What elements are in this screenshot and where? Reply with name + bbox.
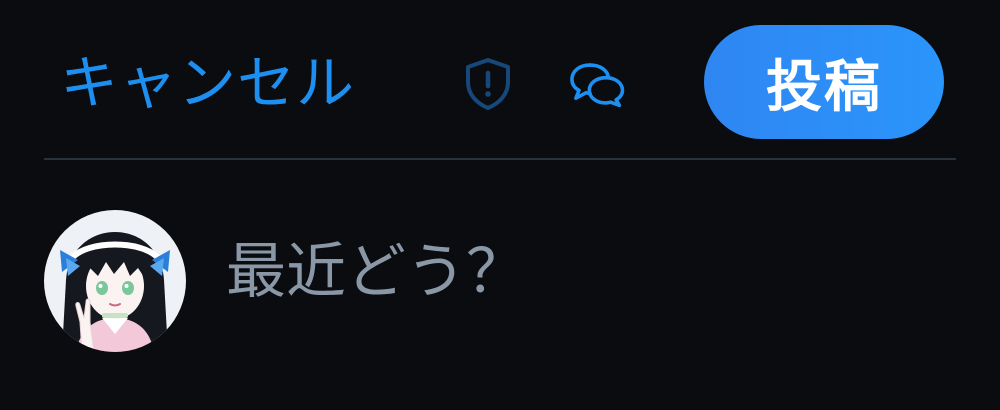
- compose-input[interactable]: 最近どう？: [226, 222, 946, 322]
- header-divider: [44, 158, 956, 160]
- cancel-button[interactable]: キャンセル: [60, 38, 355, 128]
- post-composer: キャンセル 投稿 最近どう？: [0, 0, 1000, 410]
- shield-alert-icon[interactable]: [458, 54, 518, 114]
- post-button[interactable]: 投稿: [704, 25, 944, 139]
- chat-bubbles-icon[interactable]: [568, 54, 628, 114]
- user-avatar[interactable]: [44, 210, 186, 352]
